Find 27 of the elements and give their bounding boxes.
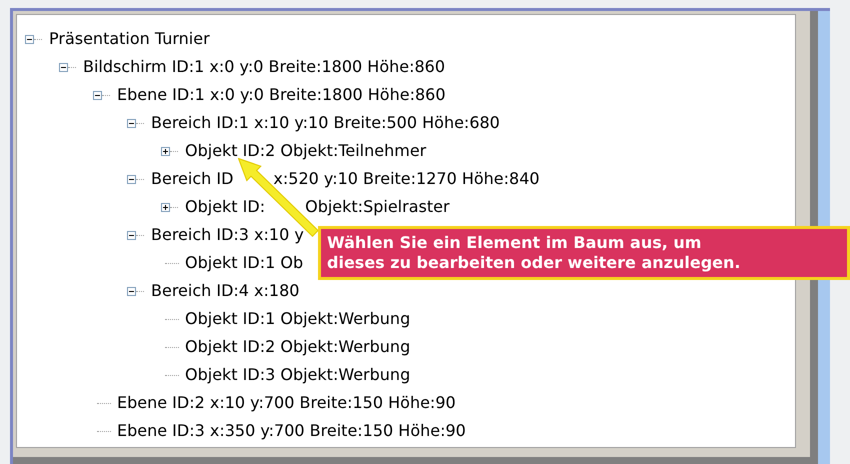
tree-item[interactable]: Ebene ID:1 x:0 y:0 Breite:1800 Höhe:860: [117, 83, 446, 107]
collapse-icon[interactable]: [59, 62, 68, 72]
tree-item[interactable]: Objekt ID:: [185, 195, 266, 219]
tree-item[interactable]: Ebene ID:2 x:10 y:700 Breite:150 Höhe:90: [117, 391, 456, 415]
tree-item[interactable]: Bereich ID:4 x:180: [151, 279, 300, 303]
tree-item[interactable]: Bereich ID: [151, 167, 234, 191]
expand-icon[interactable]: [161, 202, 170, 212]
tree-item[interactable]: Bereich ID:1 x:10 y:10 Breite:500 Höhe:680: [151, 111, 500, 135]
collapse-icon[interactable]: [93, 90, 102, 100]
tree-item[interactable]: Objekt ID:3 Objekt:Werbung: [185, 363, 410, 387]
callout-message: Wählen Sie ein Element im Baum aus, um dieses zu bearbeiten oder weitere anzulegen.: [318, 226, 850, 280]
tree-item[interactable]: Objekt ID:1 Ob: [185, 251, 304, 275]
tree-item[interactable]: Objekt ID:2 Objekt:Werbung: [185, 335, 410, 359]
tree-item[interactable]: Objekt:Spielraster: [305, 195, 450, 219]
collapse-icon[interactable]: [127, 118, 136, 128]
expand-icon[interactable]: [161, 146, 170, 156]
tree-item[interactable]: x:520 y:10 Breite:1270 Höhe:840: [273, 167, 540, 191]
tree-item[interactable]: Präsentation Turnier: [49, 27, 210, 51]
collapse-icon[interactable]: [127, 174, 136, 184]
tree-item[interactable]: Ebene ID:3 x:350 y:700 Breite:150 Höhe:90: [117, 419, 466, 443]
collapse-icon[interactable]: [127, 230, 136, 240]
tree-item[interactable]: Bereich ID:3 x:10 y: [151, 223, 304, 247]
tree-item[interactable]: Objekt ID:1 Objekt:Werbung: [185, 307, 410, 331]
collapse-icon[interactable]: [127, 286, 136, 296]
tree-item[interactable]: Bildschirm ID:1 x:0 y:0 Breite:1800 Höhe:860: [83, 55, 446, 79]
tree-item[interactable]: Objekt ID:2 Objekt:Teilnehmer: [185, 139, 426, 163]
collapse-icon[interactable]: [25, 34, 34, 44]
